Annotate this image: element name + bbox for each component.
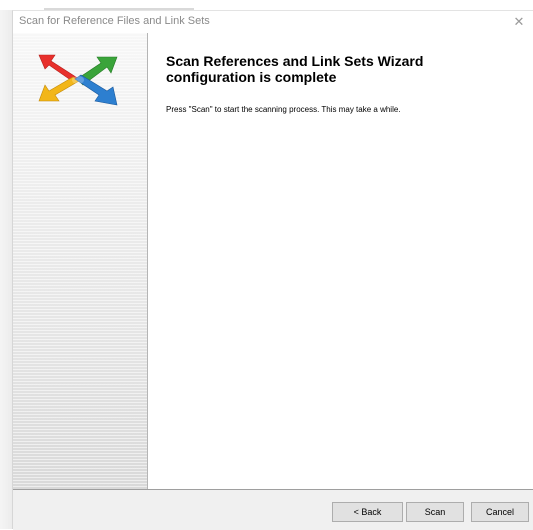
wizard-sidebar: [13, 33, 148, 489]
wizard-content: Scan References and Link Sets Wizard con…: [148, 33, 533, 489]
button-bar: < Back Scan Cancel: [13, 489, 533, 530]
title-bar[interactable]: Scan for Reference Files and Link Sets ✕: [13, 11, 533, 33]
back-button[interactable]: < Back: [332, 502, 403, 522]
page-description: Press "Scan" to start the scanning proce…: [166, 105, 401, 114]
cancel-button[interactable]: Cancel: [471, 502, 529, 522]
background-window-edge: [0, 10, 12, 529]
four-way-arrows-icon: [38, 54, 118, 106]
close-icon[interactable]: ✕: [510, 13, 528, 31]
scan-button[interactable]: Scan: [406, 502, 464, 522]
wizard-dialog: Scan for Reference Files and Link Sets ✕…: [12, 10, 533, 530]
page-title: Scan References and Link Sets Wizard con…: [166, 53, 424, 85]
window-title: Scan for Reference Files and Link Sets: [19, 15, 210, 27]
